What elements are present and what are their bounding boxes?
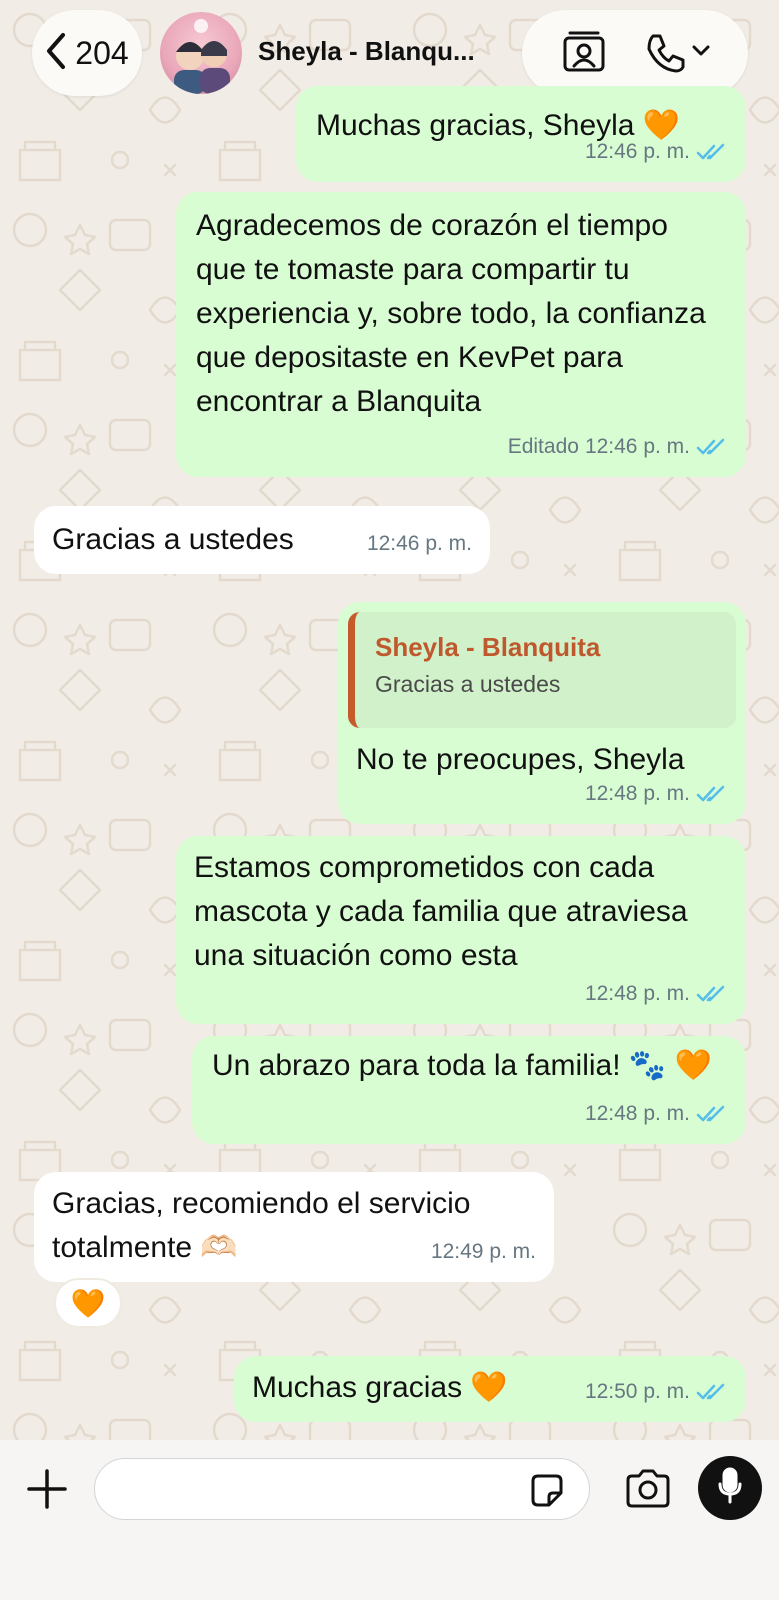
message-meta: 12:49 p. m. bbox=[431, 1230, 536, 1274]
message-outgoing[interactable]: Un abrazo para toda la familia! 🐾 🧡 12:4… bbox=[192, 1036, 746, 1144]
header-actions bbox=[522, 10, 748, 96]
quoted-text: Gracias a ustedes bbox=[375, 671, 561, 697]
double-check-icon bbox=[696, 143, 725, 160]
message-incoming[interactable]: Gracias, recomiendo el servicio totalmen… bbox=[34, 1172, 554, 1282]
message-time: 12:46 p. m. bbox=[584, 435, 690, 458]
message-time: 12:46 p. m. bbox=[366, 532, 472, 555]
back-button[interactable]: 204 bbox=[32, 10, 142, 96]
message-text: Gracias, recomiendo el servicio totalmen… bbox=[52, 1187, 471, 1264]
message-meta: 12:48 p. m. bbox=[585, 972, 728, 1016]
unread-count: 204 bbox=[75, 34, 129, 71]
message-time: 12:48 p. m. bbox=[584, 1102, 690, 1125]
heart-orange-icon: 🧡 bbox=[70, 1287, 106, 1319]
message-outgoing[interactable]: Estamos comprometidos con cada mascota y… bbox=[176, 836, 746, 1024]
message-time: 12:50 p. m. bbox=[584, 1380, 690, 1403]
message-input[interactable] bbox=[94, 1458, 590, 1520]
phone-icon[interactable] bbox=[644, 32, 710, 74]
message-meta: 12:46 p. m. bbox=[367, 522, 472, 566]
contact-card-icon[interactable] bbox=[561, 28, 607, 79]
sticker-icon[interactable] bbox=[527, 1471, 567, 1516]
message-time: 12:48 p. m. bbox=[584, 782, 690, 805]
composer-bar bbox=[0, 1440, 779, 1600]
message-outgoing-reply[interactable]: Sheyla - Blanquita Gracias a ustedes No … bbox=[338, 602, 746, 824]
message-outgoing[interactable]: Muchas gracias 🧡 12:50 p. m. bbox=[234, 1356, 746, 1422]
avatar[interactable] bbox=[160, 12, 242, 94]
message-meta: 12:50 p. m. bbox=[585, 1370, 728, 1414]
message-outgoing[interactable]: Agradecemos de corazón el tiempo que te … bbox=[176, 192, 746, 477]
contact-name[interactable]: Sheyla - Blanqu... bbox=[258, 36, 475, 67]
edited-label: Editado bbox=[507, 435, 579, 458]
double-check-icon bbox=[696, 438, 725, 455]
message-text: Estamos comprometidos con cada mascota y… bbox=[194, 851, 688, 972]
message-incoming[interactable]: Gracias a ustedes 12:46 p. m. bbox=[34, 506, 490, 574]
chevron-down-icon bbox=[692, 44, 710, 62]
message-meta: 12:48 p. m. bbox=[585, 772, 728, 816]
message-time: 12:48 p. m. bbox=[584, 982, 690, 1005]
message-meta: 12:48 p. m. bbox=[585, 1092, 728, 1136]
message-meta: Editado 12:46 p. m. bbox=[508, 425, 728, 469]
message-meta: 12:46 p. m. bbox=[585, 130, 728, 174]
message-time: 12:49 p. m. bbox=[430, 1240, 536, 1263]
plus-icon[interactable] bbox=[26, 1468, 68, 1515]
double-check-icon bbox=[696, 985, 725, 1002]
message-time: 12:46 p. m. bbox=[584, 140, 690, 163]
message-reaction[interactable]: 🧡 bbox=[54, 1278, 122, 1328]
message-text: Un abrazo para toda la familia! 🐾 🧡 bbox=[212, 1049, 712, 1082]
chevron-left-icon bbox=[45, 32, 67, 75]
voice-message-button[interactable] bbox=[698, 1456, 762, 1520]
message-outgoing[interactable]: Muchas gracias, Sheyla 🧡 12:46 p. m. bbox=[296, 86, 746, 182]
mic-icon bbox=[717, 1467, 743, 1510]
double-check-icon bbox=[696, 785, 725, 802]
double-check-icon bbox=[696, 1383, 725, 1400]
camera-icon[interactable] bbox=[624, 1468, 672, 1513]
double-check-icon bbox=[696, 1105, 725, 1122]
quoted-sender: Sheyla - Blanquita bbox=[375, 632, 601, 662]
message-text: Agradecemos de corazón el tiempo que te … bbox=[196, 209, 706, 418]
quoted-message[interactable]: Sheyla - Blanquita Gracias a ustedes bbox=[348, 612, 736, 728]
